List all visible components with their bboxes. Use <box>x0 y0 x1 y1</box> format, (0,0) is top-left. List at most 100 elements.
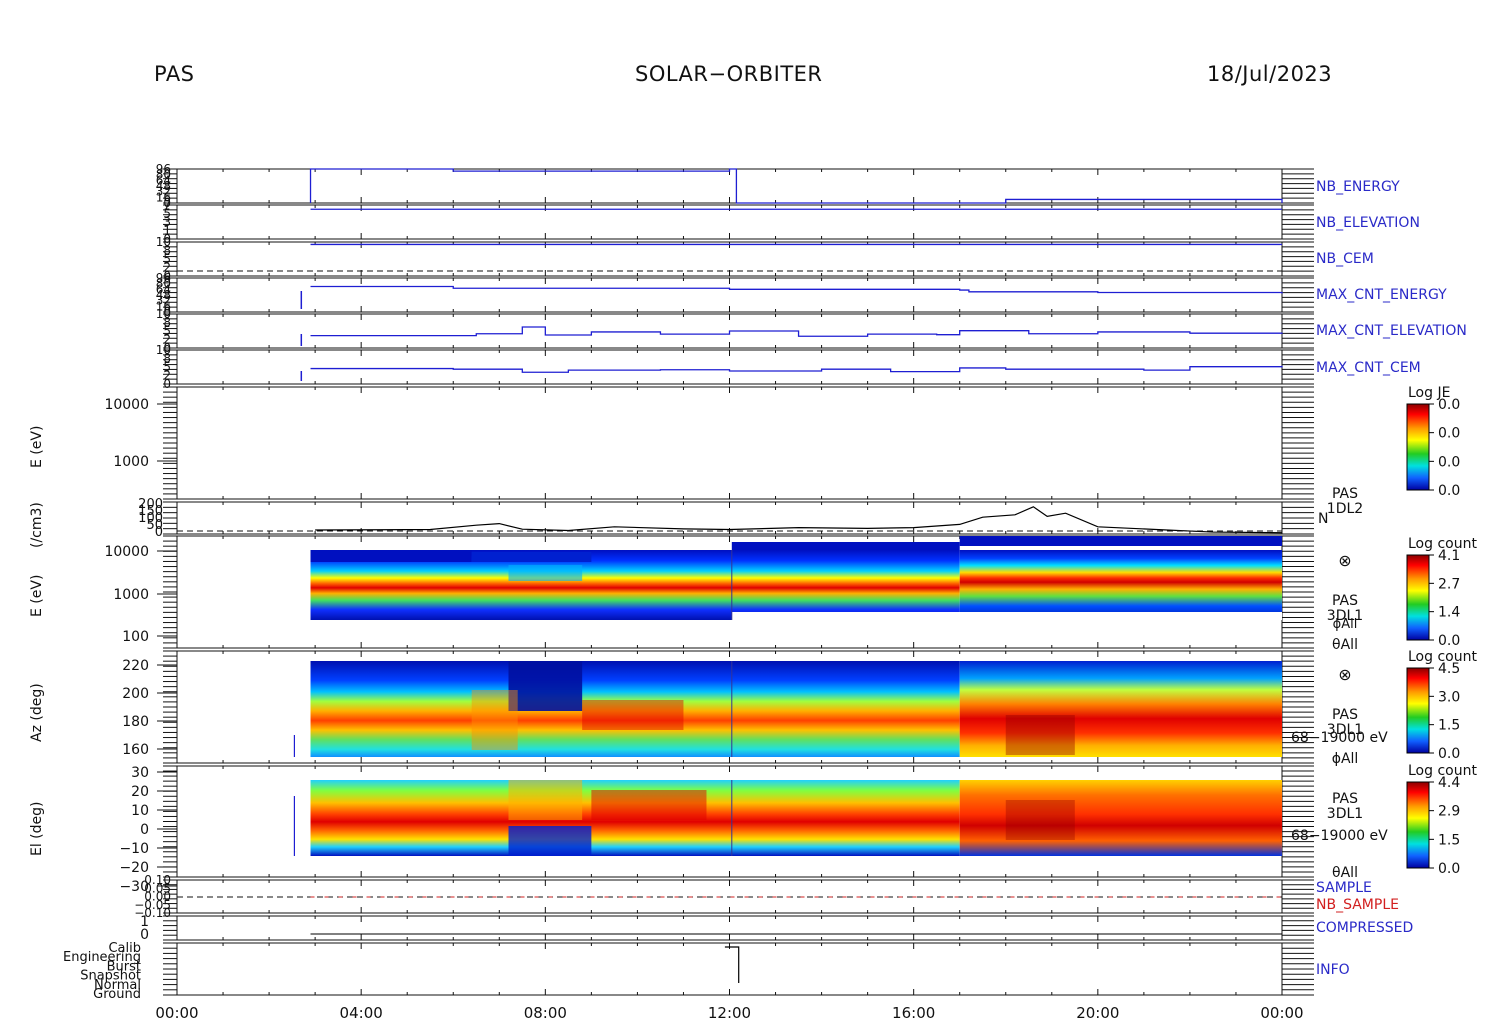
spectrogram-feature <box>731 542 960 550</box>
panel-right-label: MAX_CNT_CEM <box>1316 360 1421 376</box>
colorbar-tick-label: 3.0 <box>1438 689 1460 705</box>
panel-right-label: 68−19000 eV <box>1291 828 1388 844</box>
y-tick-label: 10000 <box>104 397 149 413</box>
spectrogram-feature <box>1005 800 1075 840</box>
colorbar-tick-label: 1.5 <box>1438 832 1460 848</box>
y-axis-label: E (eV) <box>29 426 45 468</box>
panel-right-label: N <box>1318 511 1328 527</box>
spectrogram-block <box>731 661 960 757</box>
spectrogram-feature <box>508 826 592 856</box>
panel-right-label: θAll <box>1332 865 1358 881</box>
panel-right-label: PAS <box>1332 791 1358 807</box>
colorbar-tick-label: 1.4 <box>1438 605 1460 621</box>
panel-frame <box>176 386 1283 500</box>
series-line <box>309 168 1283 204</box>
y-tick-label: 0 <box>155 525 163 540</box>
info-trace <box>724 946 740 983</box>
x-tick-label: 00:00 <box>155 1004 198 1020</box>
y-axis-label: El (deg) <box>29 802 45 857</box>
spectrogram-feature <box>582 700 684 730</box>
spectrogram-feature <box>471 552 592 562</box>
panel-frame <box>176 942 1283 996</box>
y-tick-label: 10000 <box>104 544 149 560</box>
panel-right-label: NB_CEM <box>1316 251 1374 267</box>
colorbar-tick-label: 4.1 <box>1438 548 1460 564</box>
panel-right-label: PAS <box>1332 707 1358 723</box>
spectrogram-feature <box>310 550 472 562</box>
y-axis-label: E (eV) <box>29 575 45 617</box>
panel-right-label: NB_ENERGY <box>1316 179 1400 195</box>
spectrogram-feature <box>591 790 707 820</box>
y-tick-label: 200 <box>122 686 149 702</box>
colorbar-tick-label: 0.0 <box>1438 426 1460 442</box>
colorbar-tick-label: 4.4 <box>1438 775 1460 791</box>
density-line <box>315 506 1283 534</box>
spectrogram-feature <box>471 690 518 750</box>
x-tick-label: 16:00 <box>892 1004 935 1020</box>
colorbar-tick-label: 0.0 <box>1438 483 1460 499</box>
x-tick-label: 00:00 <box>1260 1004 1303 1020</box>
y-tick-label: 0 <box>163 377 171 391</box>
y-tick-label: 100 <box>122 629 149 645</box>
panel-right-label: PAS <box>1332 593 1358 609</box>
y-axis-label: (/cm3) <box>29 502 45 548</box>
colorbar-tick-label: 1.5 <box>1438 718 1460 734</box>
y-axis-label: Az (deg) <box>29 683 45 742</box>
series-line <box>310 365 1283 373</box>
out-of-plane-symbol: ⊗ <box>1338 665 1351 684</box>
y-tick-label: 0 <box>140 822 149 838</box>
colorbar <box>1406 554 1430 641</box>
spectrogram-feature <box>959 536 1282 546</box>
series-line <box>310 326 1283 337</box>
out-of-plane-symbol: ⊗ <box>1338 551 1351 570</box>
panel-right-label: 3DL1 <box>1327 806 1363 822</box>
y-tick-label: 10 <box>131 803 149 819</box>
y-tick-label: 20 <box>131 784 149 800</box>
y-tick-label: 1000 <box>113 587 149 603</box>
x-tick-label: 08:00 <box>524 1004 567 1020</box>
colorbar-tick-label: 0.0 <box>1438 397 1460 413</box>
x-tick-label: 04:00 <box>340 1004 383 1020</box>
panel-right-label: 68−19000 eV <box>1291 730 1388 746</box>
y-tick-label: 0 <box>140 927 149 943</box>
panel-right-label: SAMPLE <box>1316 880 1372 896</box>
y-tick-label: 30 <box>131 765 149 781</box>
panel-right-label: ϕAll <box>1333 617 1358 632</box>
colorbar <box>1406 781 1430 869</box>
spectrogram-feature <box>731 612 1282 620</box>
spectrogram-block <box>731 780 960 856</box>
x-tick-label: 12:00 <box>708 1004 751 1020</box>
spectrogram-feature <box>508 565 583 581</box>
y-tick-label: 220 <box>122 658 149 674</box>
panel-right-label: θAll <box>1332 637 1358 653</box>
panel-right-label: COMPRESSED <box>1316 920 1413 936</box>
y-tick-label: Ground <box>93 987 141 1002</box>
colorbar-tick-label: 2.9 <box>1438 804 1460 820</box>
y-tick-label: −10 <box>119 841 149 857</box>
spectrogram-feature <box>1005 715 1075 755</box>
panel-right-label: PAS <box>1332 486 1358 502</box>
spectrogram-block <box>959 550 1282 620</box>
spectrogram-feature <box>508 780 583 820</box>
y-tick-label: 1000 <box>113 454 149 470</box>
colorbar-tick-label: 0.0 <box>1438 861 1460 877</box>
colorbar <box>1406 667 1430 754</box>
panel-right-label: NB_ELEVATION <box>1316 215 1420 231</box>
spectrogram-block <box>731 550 960 620</box>
panel-right-label: INFO <box>1316 962 1350 978</box>
plot-page: PAS SOLAR−ORBITER 18/Jul/2023 96 80 64 48 32… <box>0 0 1512 1020</box>
series-line <box>310 285 1283 294</box>
panel-right-label: ϕAll <box>1332 751 1359 767</box>
panel-right-label: 1DL2 <box>1327 501 1363 517</box>
panel-right-label: NB_SAMPLE <box>1316 897 1399 913</box>
y-tick-label: 180 <box>122 714 149 730</box>
stacked-panels-plot: 9680644832160753101085209680644832160108… <box>29 162 1477 1020</box>
colorbar-tick-label: 0.0 <box>1438 746 1460 762</box>
colorbar-tick-label: 0.0 <box>1438 633 1460 649</box>
panel-right-label: MAX_CNT_ELEVATION <box>1316 323 1467 339</box>
colorbar-tick-label: 0.0 <box>1438 454 1460 470</box>
panel-right-label: MAX_CNT_ENERGY <box>1316 287 1447 303</box>
colorbar <box>1406 403 1430 491</box>
spectrogram-feature <box>508 661 583 711</box>
y-tick-label: 160 <box>122 742 149 758</box>
